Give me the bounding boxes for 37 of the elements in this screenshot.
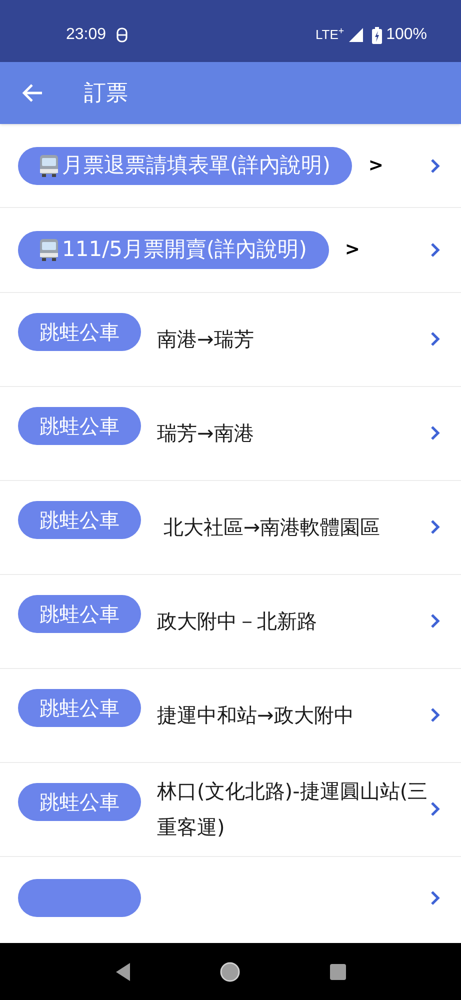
notification-icon — [116, 27, 128, 43]
route-title[interactable]: 林口(文化北路)-捷運圓山站(三重客運) — [157, 773, 429, 846]
notice-label: 月票退票請填表單(詳內說明) — [62, 152, 330, 179]
page-title: 訂票 — [84, 80, 128, 108]
route-tag: 跳蛙公車 — [18, 500, 141, 539]
chevron-right-icon — [429, 706, 441, 724]
signal-icon — [348, 27, 364, 43]
route-title[interactable]: 北大社區→南港軟體園區 — [157, 509, 429, 546]
battery-level: 100% — [386, 25, 427, 45]
route-tag: 跳蛙公車 — [18, 312, 141, 351]
route-tag: 跳蛙公車 — [18, 782, 141, 821]
bus-icon — [38, 154, 60, 178]
chevron-right-icon — [429, 612, 441, 630]
battery-icon — [372, 26, 382, 44]
recents-nav-icon[interactable] — [329, 962, 348, 980]
network-type: LTE$^{+}$ — [315, 25, 344, 44]
chevron-right-icon — [429, 330, 441, 348]
route-tag: 跳蛙公車 — [18, 594, 141, 633]
chevron-right-icon — [429, 518, 441, 536]
route-title[interactable]: 政大附中－北新路 — [157, 603, 429, 640]
route-title[interactable]: 捷運中和站→政大附中 — [157, 697, 429, 734]
chevron-right-icon — [429, 800, 441, 818]
chevron-right-icon — [429, 888, 441, 907]
chevron-right-icon — [429, 424, 441, 442]
route-title[interactable]: 瑞芳→南港 — [157, 415, 429, 452]
back-nav-icon[interactable] — [114, 962, 132, 982]
chevron-right-icon — [429, 156, 441, 175]
home-nav-icon[interactable] — [219, 960, 242, 982]
arrow-text: > — [344, 238, 360, 262]
route-title[interactable]: 南港→瑞芳 — [157, 321, 429, 358]
clock: 23:09 — [66, 25, 106, 45]
route-tag: 跳蛙公車 — [18, 406, 141, 445]
chevron-right-icon — [429, 240, 441, 259]
arrow-text: > — [368, 154, 384, 178]
route-tag: 跳蛙公車 — [18, 688, 141, 727]
notice-label: 111/5月票開賣(詳內說明) — [62, 236, 307, 264]
bus-icon — [38, 238, 60, 262]
